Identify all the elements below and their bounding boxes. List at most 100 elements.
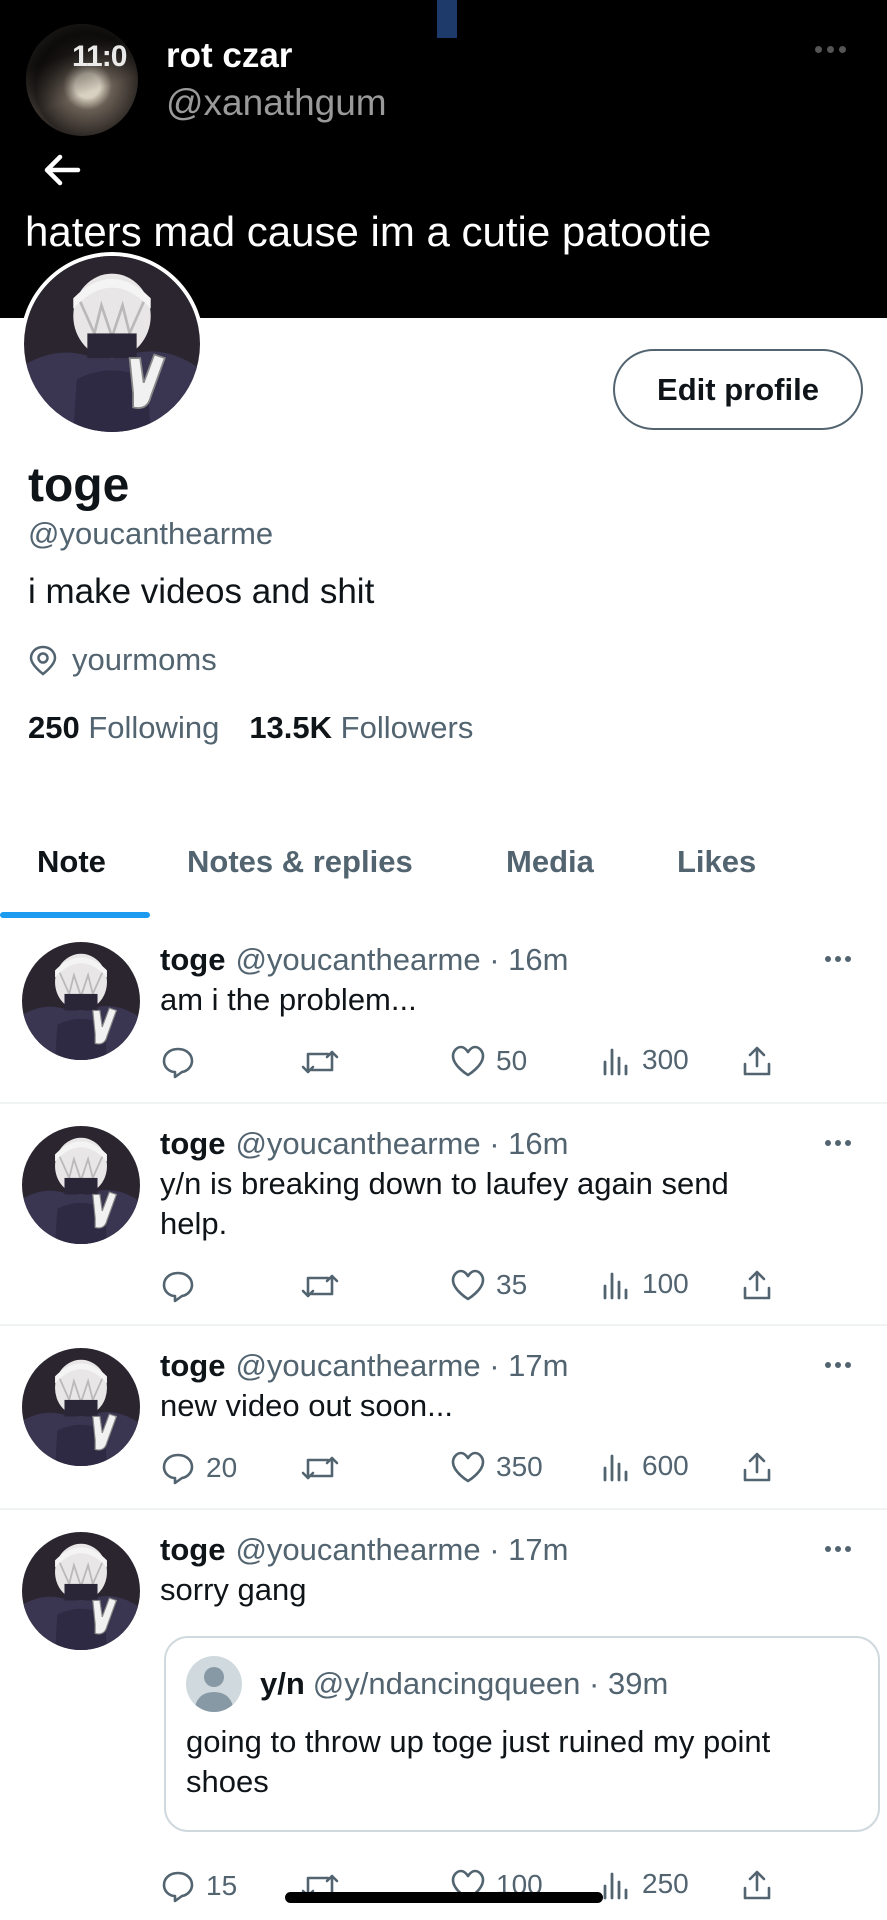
tweet[interactable]: toge @youcanthearme · 16m am i the proble…: [0, 920, 887, 1104]
tab-likes[interactable]: Likes: [677, 844, 756, 880]
tweet-author: toge: [160, 1126, 226, 1161]
tweet-text: am i the problem...: [160, 982, 417, 1017]
like-button[interactable]: 35: [450, 1268, 527, 1302]
banner-caption: haters mad cause im a cutie patootie: [25, 208, 712, 255]
profile-bio: i make videos and shit: [28, 572, 375, 611]
active-tab-indicator: [0, 912, 150, 918]
reply-icon: [162, 1047, 194, 1079]
following-count: 250: [28, 710, 80, 745]
tweet[interactable]: toge @youcanthearme · 17m new video out s…: [0, 1326, 887, 1510]
more-options-icon[interactable]: [825, 1362, 851, 1368]
share-icon: [743, 1452, 771, 1482]
tweet[interactable]: toge @youcanthearme · 16m y/n is breaking…: [0, 1104, 887, 1326]
like-button[interactable]: 350: [450, 1450, 543, 1484]
banner-strip: [437, 0, 457, 38]
like-button[interactable]: 50: [450, 1044, 527, 1078]
retweet-icon: [301, 1050, 339, 1074]
reply-button[interactable]: [160, 1044, 206, 1080]
profile-avatar[interactable]: [20, 252, 204, 436]
tweet-meta: @youcanthearme · 16m: [235, 942, 569, 977]
share-button[interactable]: [740, 1868, 774, 1902]
retweet-icon: [301, 1274, 339, 1298]
tab-media[interactable]: Media: [506, 844, 594, 880]
tweet-header: toge @youcanthearme · 17m: [160, 1532, 568, 1568]
tweet[interactable]: toge @youcanthearme · 17m sorry gang y/n @…: [0, 1510, 887, 1920]
followers-link[interactable]: 13.5K Followers: [249, 710, 473, 746]
more-options-icon[interactable]: [825, 1546, 851, 1552]
heart-icon: [451, 1269, 485, 1301]
reply-icon: [162, 1271, 194, 1303]
profile-location: yourmoms: [28, 642, 217, 678]
tab-note[interactable]: Note: [37, 844, 106, 880]
location-text: yourmoms: [72, 642, 217, 677]
reply-button[interactable]: 20: [160, 1450, 237, 1486]
tweet-avatar[interactable]: [22, 1532, 140, 1650]
quoted-tweet[interactable]: y/n @y/ndancingqueen · 39m going to throw…: [164, 1636, 880, 1832]
quoted-header: y/n @y/ndancingqueen · 39m: [260, 1666, 668, 1702]
arrow-left-icon: [44, 154, 81, 186]
share-button[interactable]: [740, 1268, 774, 1302]
profile-tabs: Note Notes & replies Media Likes: [0, 830, 887, 920]
like-count: 50: [496, 1045, 528, 1076]
share-icon: [743, 1870, 771, 1900]
tweet-avatar[interactable]: [22, 942, 140, 1060]
views-chart-icon: [603, 1872, 628, 1900]
views-button[interactable]: 250: [600, 1868, 689, 1900]
heart-icon: [451, 1045, 485, 1077]
more-options-icon[interactable]: [825, 1140, 851, 1146]
reply-count: 20: [206, 1452, 238, 1483]
quoted-author: y/n: [260, 1666, 305, 1701]
reply-button[interactable]: 15: [160, 1868, 237, 1904]
retweet-icon: [301, 1456, 339, 1480]
tweet-meta: @youcanthearme · 16m: [235, 1126, 569, 1161]
tweet-meta: @youcanthearme · 17m: [235, 1348, 569, 1383]
tweet-actions: 50 300: [160, 1044, 800, 1084]
quoted-text: going to throw up toge just ruined my po…: [186, 1724, 771, 1799]
tweet-text: new video out soon...: [160, 1388, 453, 1423]
views-chart-icon: [603, 1454, 628, 1482]
followers-label: Followers: [340, 710, 474, 745]
like-count: 35: [496, 1269, 528, 1300]
tweet-actions: 35 100: [160, 1268, 800, 1308]
tweet-meta: @youcanthearme · 17m: [235, 1532, 569, 1567]
status-bar-time: 11:0: [72, 40, 127, 73]
tweet-header: toge @youcanthearme · 16m: [160, 942, 568, 978]
views-count: 250: [642, 1868, 689, 1899]
following-link[interactable]: 250 Following: [28, 710, 219, 746]
quoted-meta: @y/ndancingqueen · 39m: [312, 1666, 669, 1701]
banner-name: rot czar: [166, 36, 293, 75]
banner-more-icon: [815, 46, 846, 53]
views-count: 300: [642, 1044, 689, 1075]
tweet-author: toge: [160, 942, 226, 977]
edit-profile-button[interactable]: Edit profile: [613, 349, 863, 430]
share-button[interactable]: [740, 1044, 774, 1078]
follow-stats: 250 Following 13.5K Followers: [28, 710, 473, 746]
retweet-button[interactable]: [300, 1450, 350, 1486]
views-chart-icon: [603, 1272, 628, 1300]
views-count: 600: [642, 1450, 689, 1481]
reply-icon: [162, 1453, 194, 1485]
views-chart-icon: [603, 1048, 628, 1076]
tweet-author: toge: [160, 1348, 226, 1383]
more-options-icon[interactable]: [825, 956, 851, 962]
reply-button[interactable]: [160, 1268, 206, 1304]
tweet-avatar[interactable]: [22, 1348, 140, 1466]
back-button[interactable]: [40, 148, 88, 192]
views-button[interactable]: 300: [600, 1044, 689, 1076]
tweet-avatar[interactable]: [22, 1126, 140, 1244]
display-name: toge: [28, 459, 130, 512]
reply-icon: [162, 1871, 194, 1903]
share-button[interactable]: [740, 1450, 774, 1484]
tweet-text: y/n is breaking down to laufey again sen…: [160, 1166, 729, 1241]
banner-handle: @xanathgum: [166, 82, 387, 123]
views-button[interactable]: 100: [600, 1268, 689, 1300]
tab-notes-replies[interactable]: Notes & replies: [187, 844, 413, 880]
retweet-button[interactable]: [300, 1044, 350, 1080]
reply-count: 15: [206, 1870, 238, 1901]
views-button[interactable]: 600: [600, 1450, 689, 1482]
home-indicator[interactable]: [285, 1892, 603, 1903]
followers-count: 13.5K: [249, 710, 333, 745]
share-icon: [743, 1270, 771, 1300]
like-count: 350: [496, 1451, 543, 1482]
retweet-button[interactable]: [300, 1268, 350, 1304]
